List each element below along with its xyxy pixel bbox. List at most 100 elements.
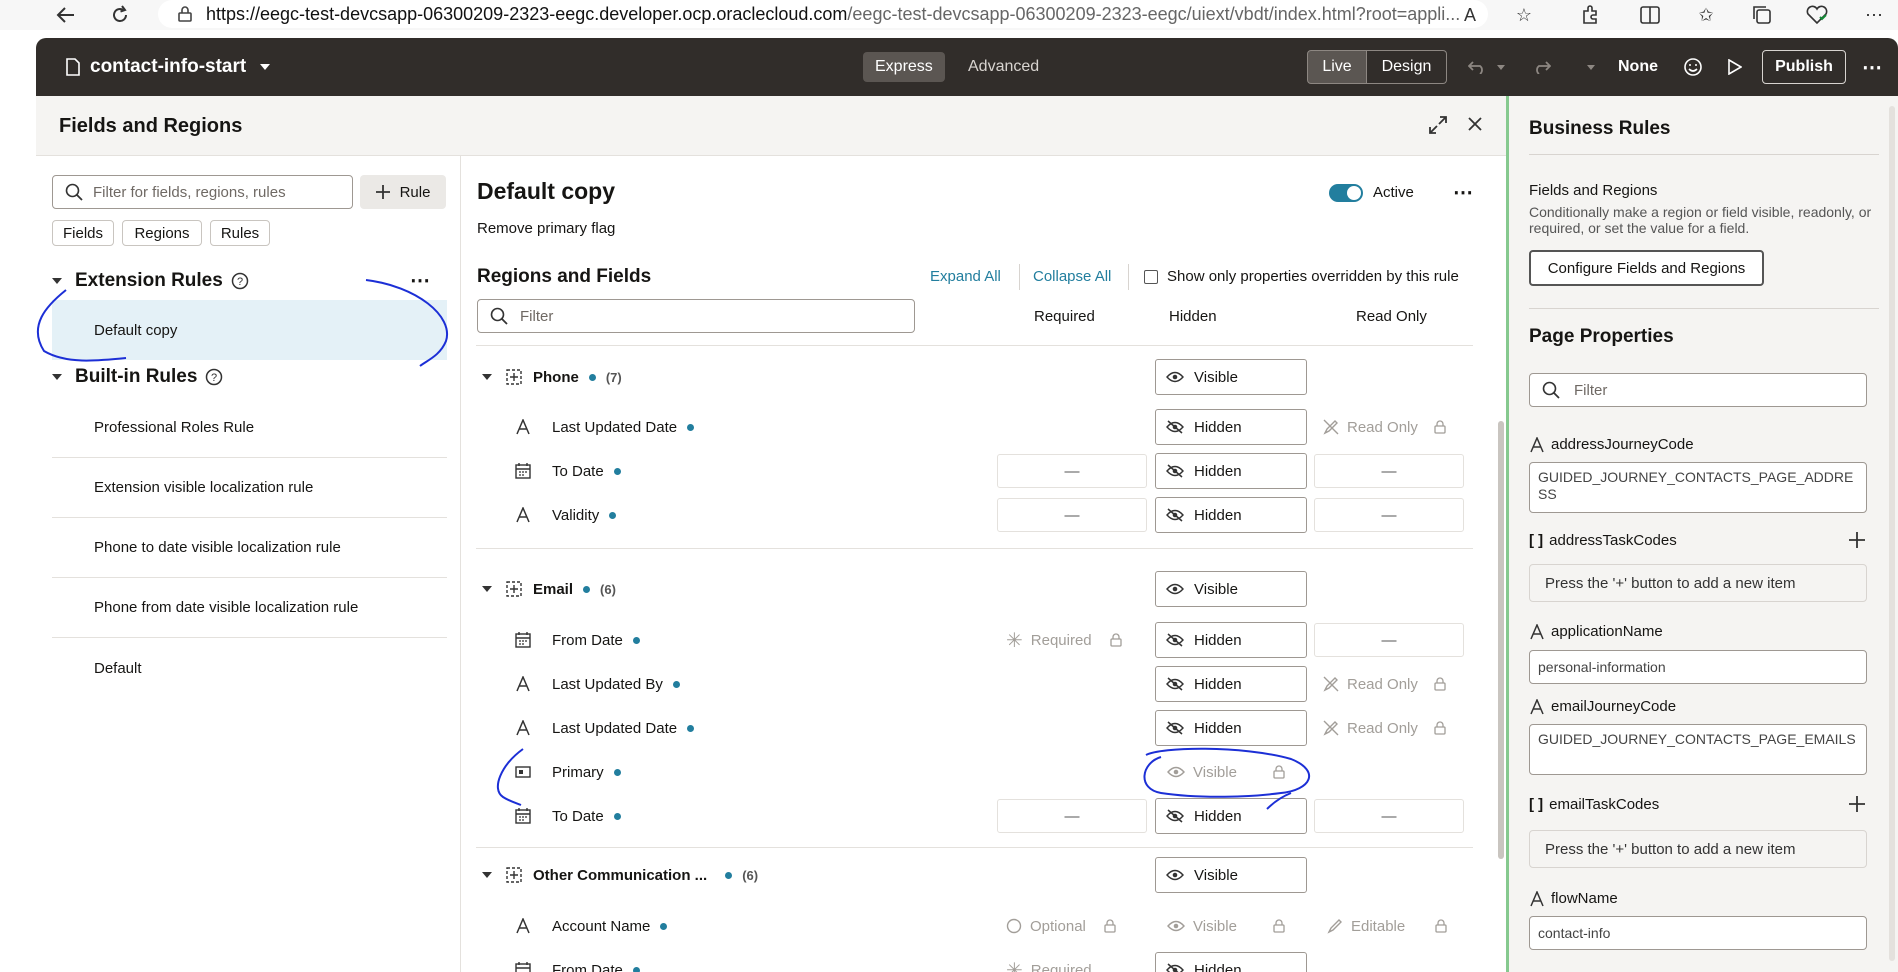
divider: [1529, 154, 1879, 155]
url-path: /eegc-test-devcsapp-06300209-2323-eegc/u…: [847, 3, 1461, 24]
property-name: flowName: [1551, 890, 1618, 907]
divider: [1529, 308, 1879, 309]
property-name: emailTaskCodes: [1549, 796, 1660, 813]
property-input-applicationName[interactable]: personal-information: [1529, 650, 1867, 684]
page-gutter: [0, 30, 36, 972]
active-label: Active: [1373, 184, 1414, 201]
property-input-emailJourneyCode[interactable]: GUIDED_JOURNEY_CONTACTS_PAGE_EMAILS: [1529, 724, 1867, 775]
preview-play-icon[interactable]: [1721, 50, 1749, 84]
fields-regions-description: Conditionally make a region or field vis…: [1529, 204, 1872, 236]
expand-icon[interactable]: [1429, 116, 1447, 134]
rule-more-icon[interactable]: ⋯: [1453, 180, 1473, 205]
divider: [1019, 264, 1020, 290]
regions-fields-title: Regions and Fields: [477, 266, 652, 287]
col-header-readonly: Read Only: [1356, 308, 1427, 325]
col-header-required: Required: [1034, 308, 1095, 325]
fields-panel-title: Fields and Regions: [59, 114, 243, 137]
fields-filter-input[interactable]: Filter: [477, 299, 915, 333]
filter-chip-regions[interactable]: Regions: [122, 220, 202, 246]
more-actions-icon[interactable]: ⋯: [1858, 50, 1886, 84]
page-title: contact-info-start: [90, 56, 247, 77]
scrollbar[interactable]: [1498, 421, 1504, 859]
add-rule-label: Rule: [399, 183, 431, 201]
rules-filter-placeholder: Filter for fields, regions, rules: [93, 183, 286, 201]
live-mode-button[interactable]: Live: [1307, 50, 1367, 84]
rule-item-professional-roles[interactable]: Professional Roles Rule: [52, 398, 447, 458]
page-selector[interactable]: contact-info-start: [66, 38, 271, 96]
fields-filter-placeholder: Filter: [520, 307, 554, 325]
collections-icon[interactable]: [1750, 3, 1774, 27]
rule-description: Remove primary flag: [477, 220, 616, 237]
rule-item-extension-visible[interactable]: Extension visible localization rule: [52, 458, 447, 518]
add-rule-button[interactable]: Rule: [360, 175, 446, 209]
array-icon: [ ]: [1529, 796, 1544, 813]
app-header: contact-info-start Express Advanced Live…: [36, 38, 1898, 96]
property-input-addressJourneyCode[interactable]: GUIDED_JOURNEY_CONTACTS_PAGE_ADDRESS: [1529, 462, 1867, 513]
properties-panel: Business Rules Fields and Regions Condit…: [1506, 96, 1898, 972]
col-header-hidden: Hidden: [1169, 308, 1217, 325]
property-input-flowName[interactable]: contact-info: [1529, 916, 1867, 950]
publish-button[interactable]: Publish: [1762, 50, 1846, 84]
property-name: addressJourneyCode: [1551, 436, 1694, 453]
property-label-applicationName: applicationName: [1529, 623, 1663, 640]
design-mode-button[interactable]: Design: [1367, 50, 1447, 84]
advanced-mode-button[interactable]: Advanced: [956, 52, 1051, 82]
rules-list-panel: Filter for fields, regions, rules Rule F…: [36, 156, 461, 972]
active-toggle[interactable]: [1329, 184, 1363, 202]
smiley-icon[interactable]: [1679, 50, 1707, 84]
browser-essentials-icon[interactable]: [1805, 3, 1829, 27]
add-item-plus-icon[interactable]: [1849, 532, 1865, 548]
page-properties-title: Page Properties: [1529, 326, 1674, 347]
rule-item-phone-from-date[interactable]: Phone from date visible localization rul…: [52, 578, 447, 638]
scrollbar[interactable]: [1889, 106, 1895, 961]
sandbox-selector[interactable]: None: [1608, 50, 1668, 84]
text-field-icon: [1529, 698, 1545, 715]
fields-panel-header: Fields and Regions: [36, 96, 1506, 156]
properties-filter-input[interactable]: Filter: [1529, 373, 1867, 407]
undo-dropdown-icon[interactable]: [1494, 50, 1508, 84]
property-label-addressTaskCodes: [ ] addressTaskCodes: [1529, 532, 1677, 549]
text-field-icon: [1529, 890, 1545, 907]
properties-filter-placeholder: Filter: [1574, 381, 1608, 399]
close-icon[interactable]: [1468, 117, 1482, 131]
undo-icon[interactable]: [1464, 50, 1490, 84]
checkbox-box: [1144, 269, 1158, 284]
expand-all-link[interactable]: Expand All: [930, 268, 1001, 285]
show-only-overridden-checkbox[interactable]: Show only properties overridden by this …: [1144, 268, 1459, 285]
read-aloud-icon[interactable]: A: [1458, 3, 1482, 27]
redo-icon[interactable]: [1529, 50, 1555, 84]
property-label-emailTaskCodes: [ ] emailTaskCodes: [1529, 796, 1659, 813]
rule-item-phone-to-date[interactable]: Phone to date visible localization rule: [52, 518, 447, 578]
search-icon: [490, 307, 508, 325]
property-name: addressTaskCodes: [1549, 532, 1677, 549]
annotation-circle-primary: [496, 747, 1311, 810]
split-screen-icon[interactable]: [1638, 3, 1662, 27]
plus-icon: [375, 185, 390, 199]
express-mode-button[interactable]: Express: [863, 52, 945, 82]
configure-fields-regions-button[interactable]: Configure Fields and Regions: [1529, 250, 1764, 286]
annotation-circle-rule: [36, 279, 449, 367]
divider: [1128, 264, 1129, 290]
array-icon: [ ]: [1529, 532, 1544, 549]
collapse-all-link[interactable]: Collapse All: [1033, 268, 1111, 285]
property-name: applicationName: [1551, 623, 1663, 640]
filter-chip-rules[interactable]: Rules: [210, 220, 270, 246]
browser-toolbar: https://eegc-test-devcsapp-06300209-2323…: [0, 0, 1898, 30]
property-name: emailJourneyCode: [1551, 698, 1677, 715]
extensions-icon[interactable]: [1578, 3, 1602, 27]
fields-tree[interactable]: Phone (7) Visible Last Updated Date Hidde…: [461, 345, 1506, 972]
refresh-icon[interactable]: [108, 4, 132, 26]
favorites-icon[interactable]: ✩: [1694, 3, 1718, 27]
back-icon[interactable]: [54, 4, 78, 26]
browser-menu-icon[interactable]: ⋯: [1862, 3, 1886, 27]
add-item-plus-icon[interactable]: [1849, 796, 1865, 812]
rule-editor-panel: Default copy Active ⋯ Remove primary fla…: [461, 156, 1506, 972]
rule-item-default[interactable]: Default: [52, 638, 447, 698]
rule-title: Default copy: [477, 178, 616, 204]
redo-dropdown-icon[interactable]: [1584, 50, 1598, 84]
rules-filter-input[interactable]: Filter for fields, regions, rules: [52, 175, 353, 209]
address-bar[interactable]: https://eegc-test-devcsapp-06300209-2323…: [158, 0, 1488, 28]
search-icon: [1542, 381, 1560, 399]
favorite-star-icon[interactable]: ☆: [1512, 3, 1536, 27]
filter-chip-fields[interactable]: Fields: [52, 220, 114, 246]
